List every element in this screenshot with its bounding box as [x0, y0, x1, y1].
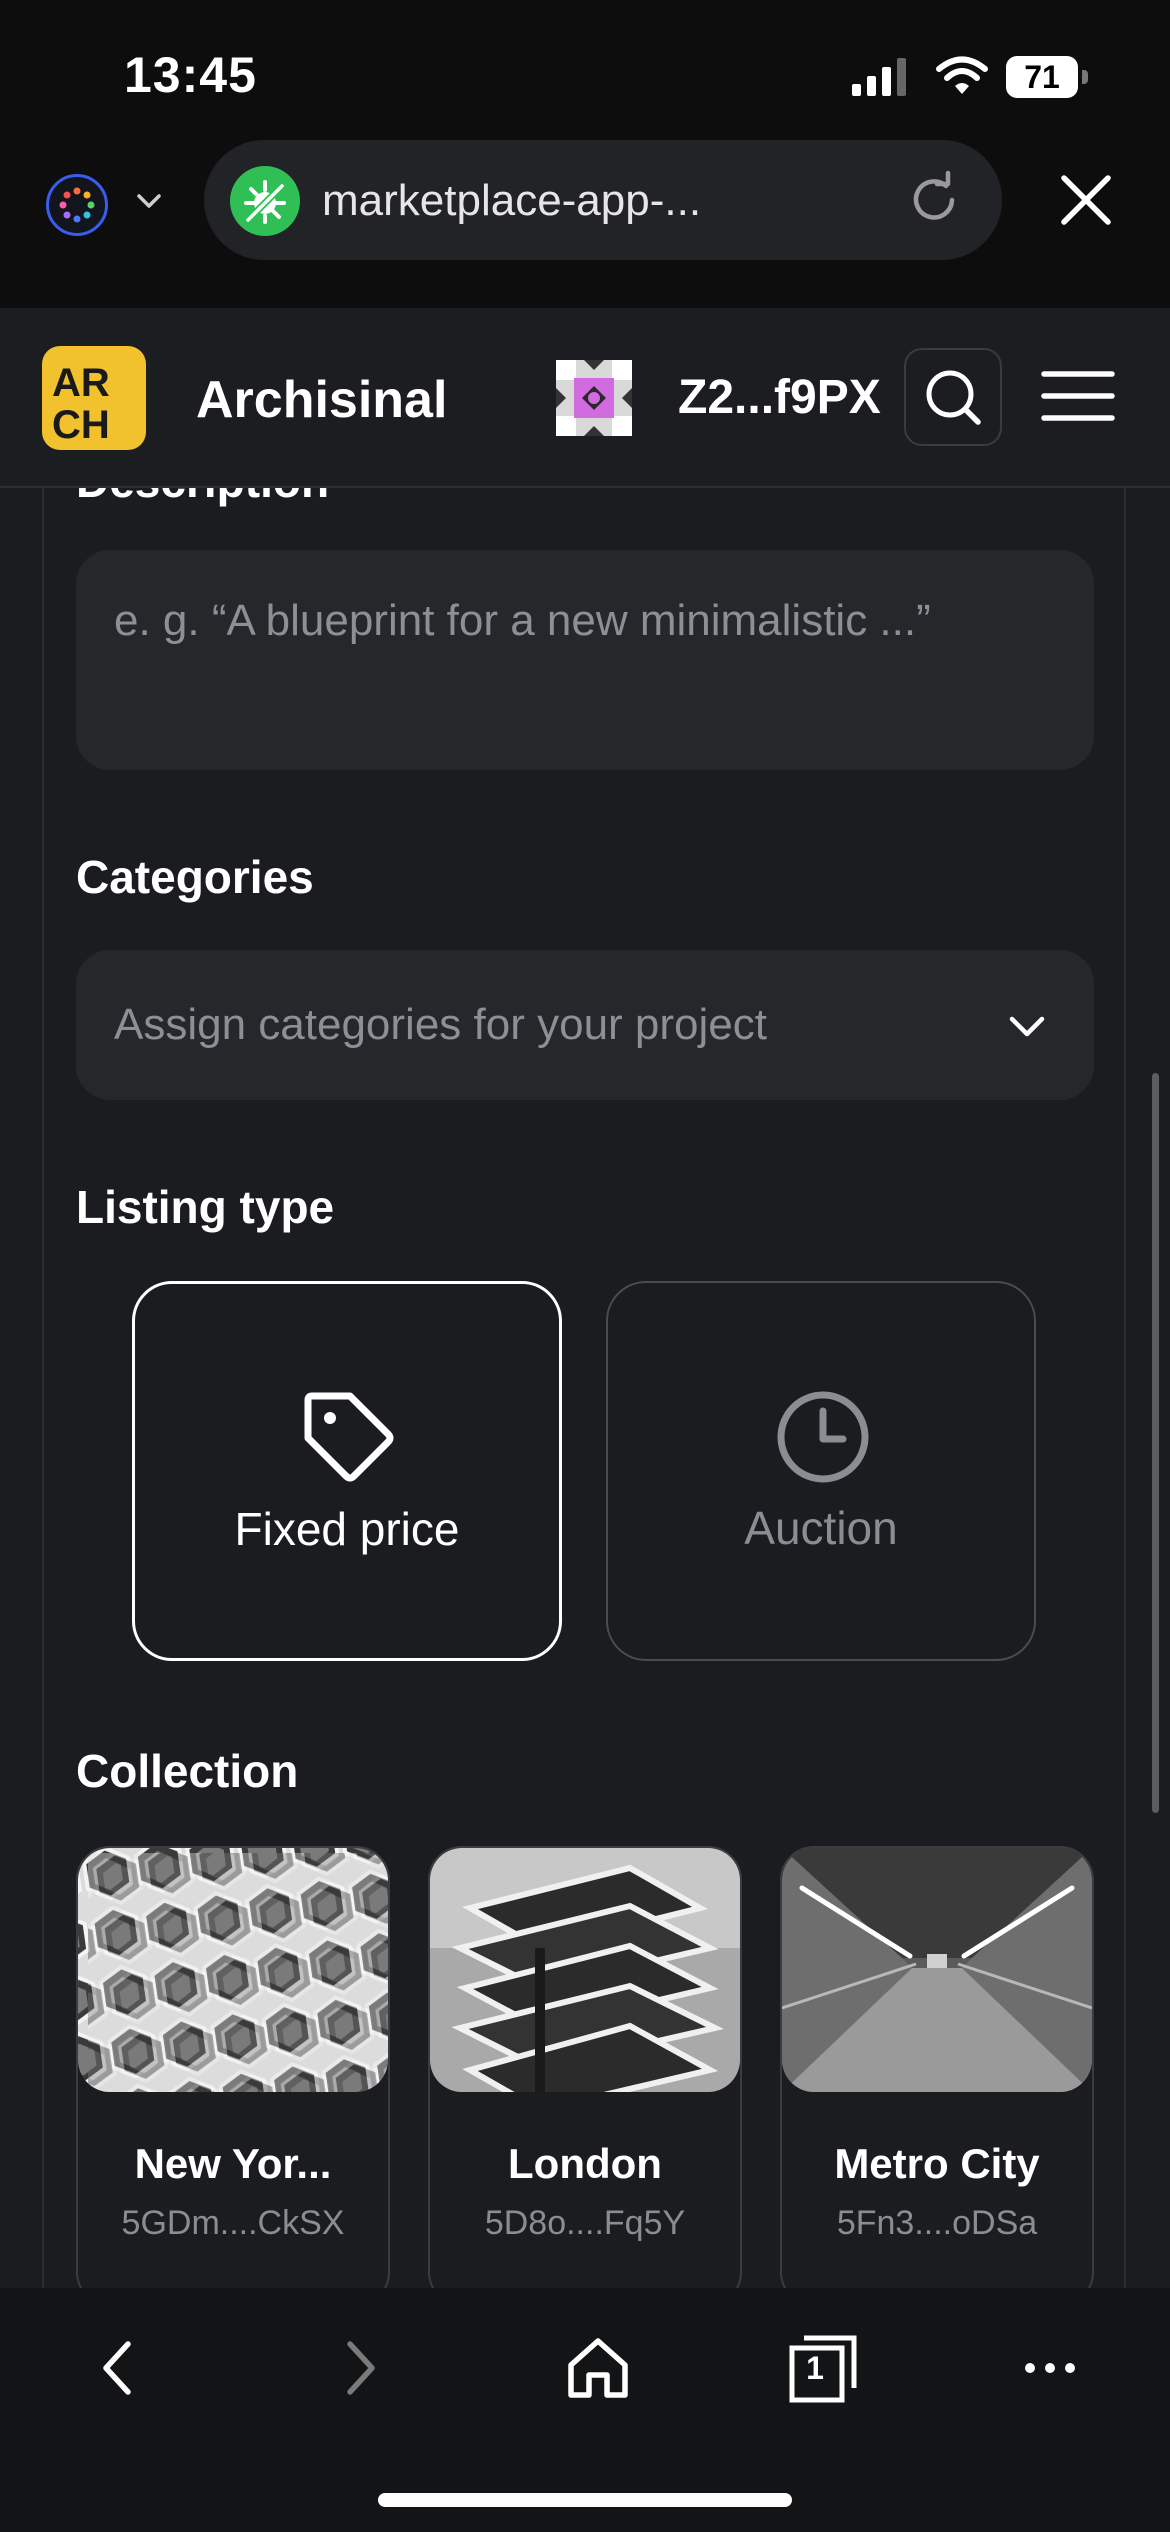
create-listing-form: Description e. g. “A blueprint for a new… [0, 488, 1170, 2288]
archisinal-logo[interactable]: AR CH [42, 346, 146, 450]
search-button[interactable] [904, 348, 1002, 446]
collection-image [430, 1848, 740, 2092]
chevron-down-icon [1009, 1016, 1045, 1037]
categories-placeholder: Assign categories for your project [114, 1000, 767, 1049]
logo-text-bottom: CH [52, 403, 110, 447]
tab-count: 1 [806, 2350, 824, 2386]
url-bar[interactable]: marketplace-app-... [204, 140, 1002, 260]
collection-address: 5Fn3....oDSa [836, 2204, 1038, 2242]
battery-indicator: 71 [1006, 56, 1078, 98]
listing-type-label: Listing type [76, 1181, 335, 1233]
logo-text-top: AR [52, 361, 110, 405]
home-icon [568, 2338, 628, 2398]
reload-icon[interactable] [904, 170, 964, 230]
cellular-signal-icon [852, 58, 906, 96]
collection-card-london[interactable]: London 5D8o....Fq5Y [428, 1846, 742, 2288]
categories-label: Categories [76, 851, 314, 903]
form-frame-right [1124, 488, 1126, 2288]
status-time: 13:45 [124, 47, 257, 103]
clock-icon [777, 1391, 869, 1483]
collection-card-metro-city[interactable]: Metro City 5Fn3....oDSa [780, 1846, 1094, 2288]
collection-name: London [508, 2140, 662, 2187]
browser-bar: marketplace-app-... [0, 140, 1170, 308]
listing-option-auction[interactable]: Auction [606, 1281, 1036, 1661]
scrollbar[interactable] [1152, 1073, 1159, 1813]
brand-name[interactable]: Archisinal [196, 370, 447, 430]
chevron-left-icon [103, 2341, 131, 2395]
form-frame-left [42, 488, 44, 2288]
collection-address: 5D8o....Fq5Y [484, 2204, 686, 2242]
wallet-avatar-icon[interactable] [556, 360, 632, 436]
listing-option-label: Auction [744, 1502, 898, 1554]
search-icon [926, 370, 981, 425]
collection-card-new-york[interactable]: New Yor... 5GDm....CkSX [76, 1846, 390, 2288]
description-textarea[interactable]: e. g. “A blueprint for a new minimalisti… [76, 550, 1094, 770]
forward-button[interactable] [310, 2328, 410, 2408]
collection-name: Metro City [834, 2140, 1040, 2187]
hamburger-menu-icon[interactable] [1040, 368, 1116, 424]
description-label: Description [76, 488, 329, 508]
more-button[interactable] [1000, 2328, 1100, 2408]
wallet-address[interactable]: Z2...f9PX [678, 370, 881, 425]
collection-name: New Yor... [134, 2140, 332, 2187]
site-security-icon [230, 166, 300, 236]
chevron-right-icon [347, 2341, 375, 2395]
collection-image [782, 1848, 1092, 2092]
tag-icon [304, 1392, 394, 1482]
wifi-icon [936, 56, 988, 94]
home-indicator [378, 2493, 792, 2507]
status-bar: 13:45 71 [0, 0, 1170, 140]
home-button[interactable] [548, 2328, 648, 2408]
listing-option-fixed-price[interactable]: Fixed price [132, 1281, 562, 1661]
categories-select[interactable]: Assign categories for your project [76, 950, 1094, 1100]
extension-icon[interactable] [46, 174, 108, 236]
back-button[interactable] [68, 2328, 168, 2408]
description-placeholder: e. g. “A blueprint for a new minimalisti… [114, 596, 931, 645]
chevron-down-icon[interactable] [134, 186, 164, 216]
collection-label: Collection [76, 1745, 299, 1797]
app-header: AR CH Archisinal Z2...f9PX [0, 308, 1170, 488]
collection-image [78, 1848, 388, 2092]
listing-option-label: Fixed price [234, 1503, 460, 1555]
more-dots-icon [1025, 2363, 1075, 2373]
collection-address: 5GDm....CkSX [121, 2204, 345, 2242]
url-text[interactable]: marketplace-app-... [322, 176, 701, 226]
close-icon[interactable] [1056, 170, 1116, 230]
battery-nub [1082, 70, 1088, 84]
